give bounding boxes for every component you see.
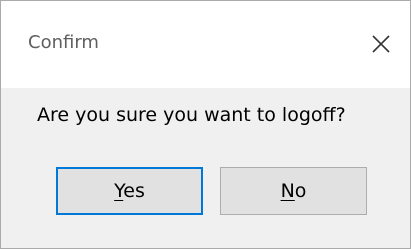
yes-button-label: Yes — [114, 180, 145, 202]
yes-label-rest: es — [123, 180, 145, 202]
yes-mnemonic: Y — [114, 180, 124, 202]
confirm-dialog: Confirm Are you sure you want to logoff?… — [0, 0, 411, 249]
no-mnemonic: N — [280, 180, 295, 202]
close-icon[interactable] — [368, 31, 394, 57]
title-bar: Confirm — [1, 1, 410, 88]
no-button-label: No — [281, 180, 307, 202]
yes-button[interactable]: Yes — [56, 167, 203, 215]
no-button[interactable]: No — [220, 167, 367, 215]
dialog-message: Are you sure you want to logoff? — [37, 104, 346, 126]
no-label-rest: o — [294, 180, 307, 202]
dialog-title: Confirm — [28, 32, 99, 53]
